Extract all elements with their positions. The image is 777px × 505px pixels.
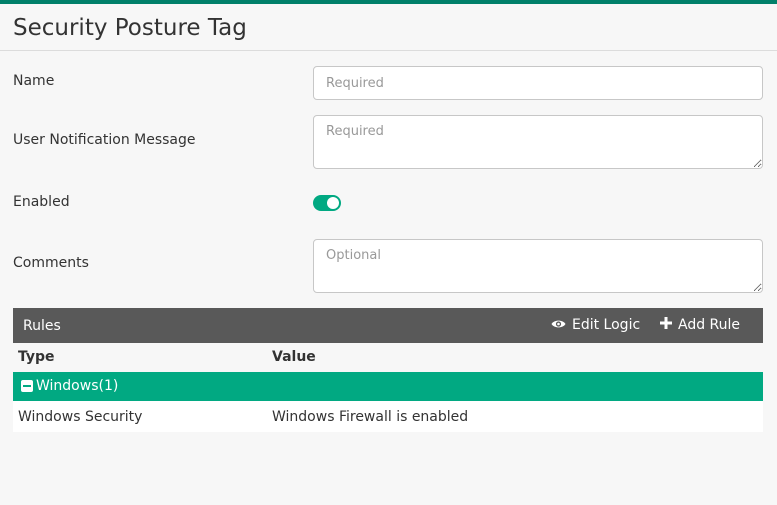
user-notification-message-textarea[interactable] — [313, 115, 763, 169]
page-title: Security Posture Tag — [13, 15, 247, 41]
user-notification-message-label: User Notification Message — [13, 132, 196, 148]
row-value-cell: Windows Firewall is enabled — [272, 409, 469, 425]
enabled-toggle[interactable] — [313, 195, 341, 211]
page-header: Security Posture Tag — [0, 4, 777, 51]
eye-icon — [551, 317, 566, 333]
add-rule-button[interactable]: Add Rule — [660, 317, 740, 333]
rules-header-bar: Rules Edit Logic Add Rule — [13, 308, 763, 343]
rule-group-row: Windows(1) — [13, 372, 763, 401]
comments-textarea[interactable] — [313, 239, 763, 293]
plus-icon — [660, 317, 672, 333]
edit-logic-button[interactable]: Edit Logic — [551, 317, 640, 333]
toggle-knob — [327, 197, 339, 209]
add-rule-label: Add Rule — [678, 317, 741, 333]
minus-square-icon — [21, 380, 33, 392]
column-header-type: Type — [18, 349, 55, 365]
edit-logic-label: Edit Logic — [572, 317, 641, 333]
rule-group-toggle[interactable]: Windows(1) — [21, 378, 118, 394]
column-header-value: Value — [272, 349, 316, 365]
rule-group-label: Windows(1) — [36, 378, 119, 394]
rules-title: Rules — [23, 318, 61, 334]
name-label: Name — [13, 73, 55, 89]
comments-label: Comments — [13, 255, 89, 271]
table-row[interactable]: Windows Security Windows Firewall is ena… — [13, 401, 763, 432]
name-input[interactable] — [313, 66, 763, 100]
row-type-cell: Windows Security — [18, 409, 143, 425]
enabled-label: Enabled — [13, 194, 70, 210]
